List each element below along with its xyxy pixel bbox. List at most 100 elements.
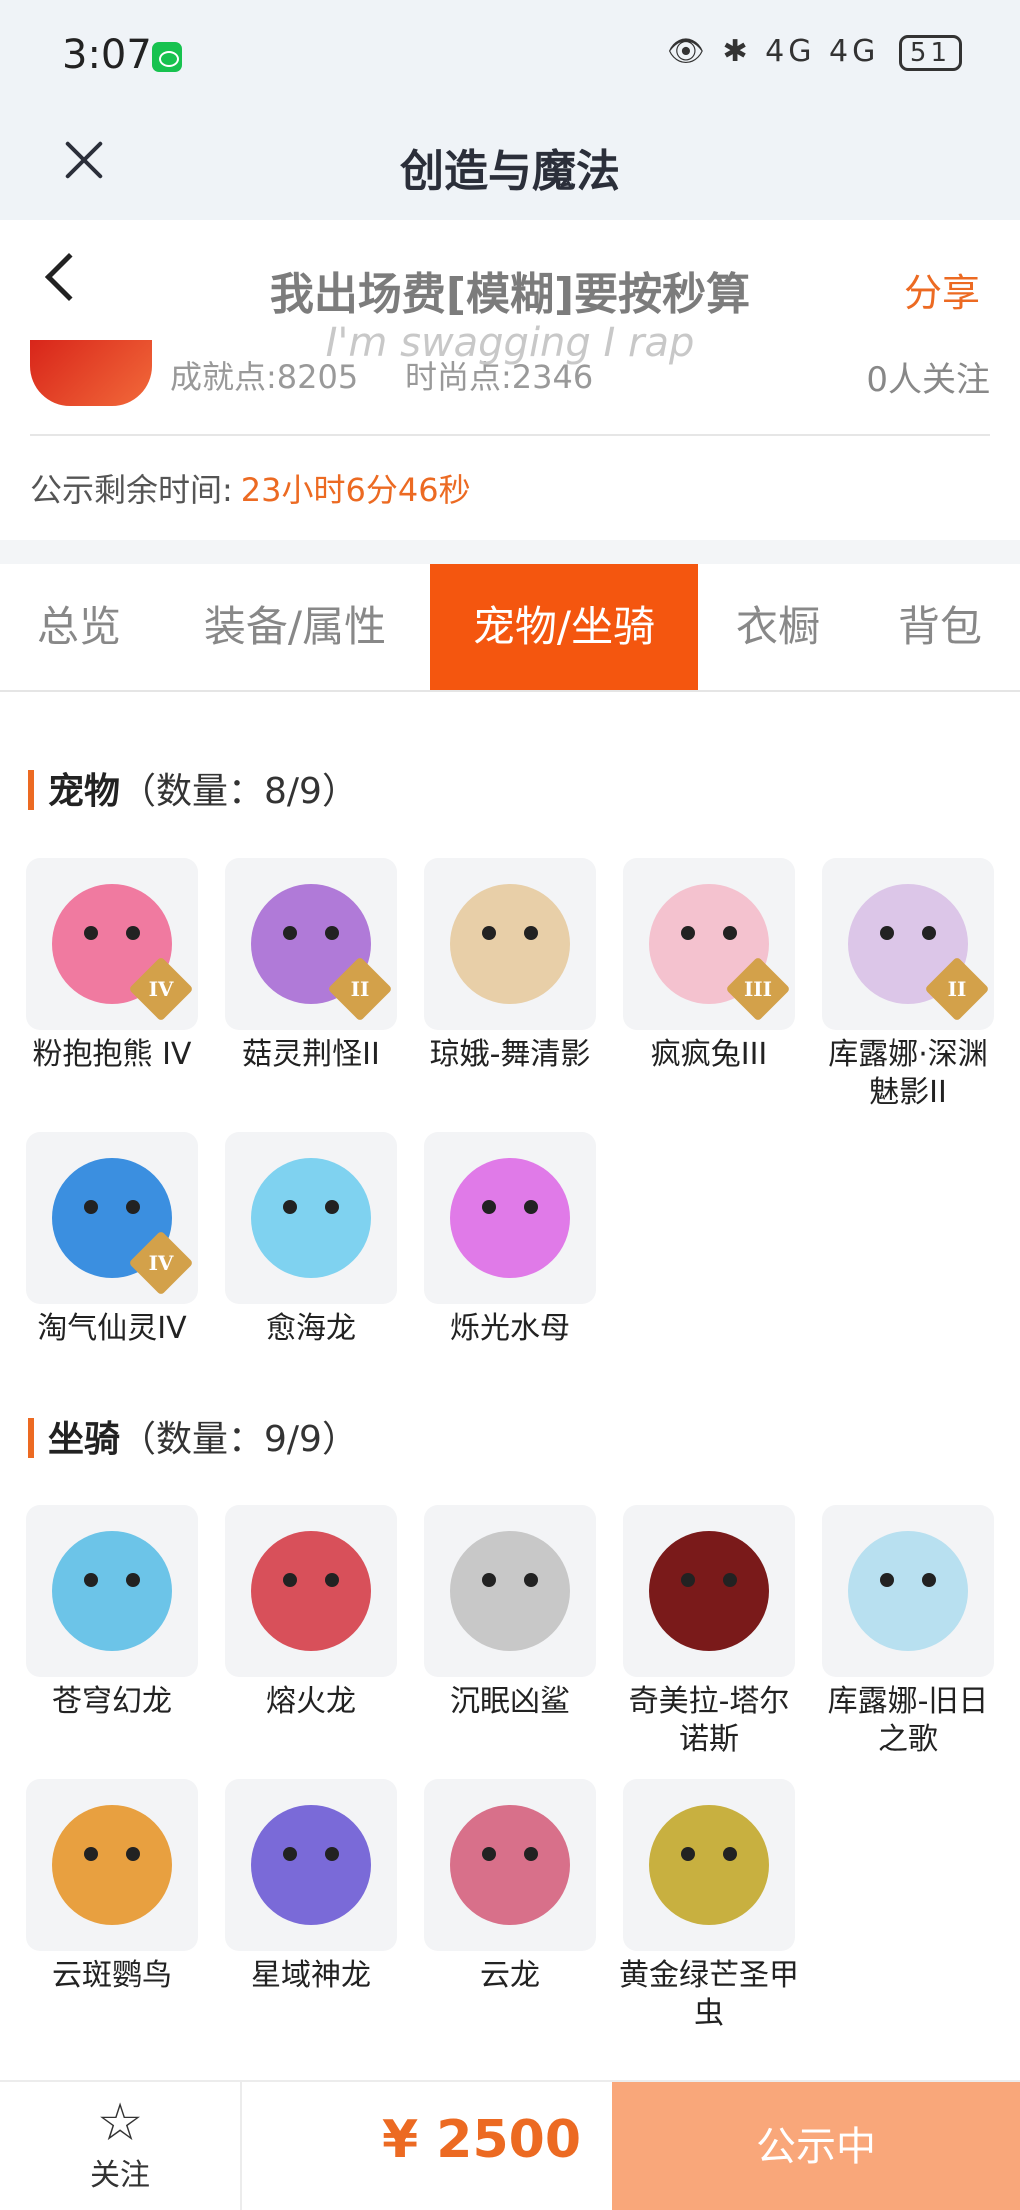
pet-name: 菇灵荆怪II bbox=[242, 1037, 380, 1072]
mount-figure bbox=[52, 1531, 172, 1651]
mount-thumbnail bbox=[225, 1505, 397, 1677]
pet-name: 淘气仙灵IV bbox=[37, 1311, 187, 1346]
pet-name: 烁光水母 bbox=[450, 1311, 570, 1346]
tab-wardrobe[interactable]: 衣橱 bbox=[716, 564, 840, 690]
pet-thumbnail: II bbox=[225, 858, 397, 1030]
mount-card[interactable]: 苍穹幻龙 bbox=[26, 1505, 198, 1721]
follow-label: 关注 bbox=[90, 2158, 150, 2193]
lyric-overlay: I'm swagging I rap bbox=[325, 320, 695, 366]
pet-thumbnail bbox=[424, 1132, 596, 1304]
mounts-count: （数量：9/9） bbox=[120, 1419, 358, 1460]
pet-thumbnail: II bbox=[822, 858, 994, 1030]
bluetooth-icon: ✱ bbox=[722, 34, 752, 69]
pets-section-title: 宠物（数量：8/9） bbox=[28, 762, 358, 814]
mount-thumbnail bbox=[424, 1505, 596, 1677]
mount-card[interactable]: 库露娜-旧日之歌 bbox=[822, 1505, 994, 1759]
mount-figure bbox=[251, 1531, 371, 1651]
tier-badge: III bbox=[725, 956, 791, 1022]
mount-name: 奇美拉-塔尔诺斯 bbox=[628, 1684, 790, 1757]
publicity-label: 公示剩余时间: bbox=[30, 471, 233, 509]
pet-thumbnail: IV bbox=[26, 858, 198, 1030]
mount-thumbnail bbox=[623, 1505, 795, 1677]
publicity-status-button[interactable]: 公示中 bbox=[612, 2082, 1020, 2210]
mount-name: 库露娜-旧日之歌 bbox=[827, 1684, 989, 1757]
tier-badge: IV bbox=[128, 956, 194, 1022]
pet-thumbnail bbox=[424, 858, 596, 1030]
pets-grid: IV 粉抱抱熊 IV II 菇灵荆怪II 琼娥-舞清影 III 疯疯兔III I… bbox=[26, 858, 996, 1358]
app-title: 创造与魔法 bbox=[400, 146, 620, 197]
tab-overview[interactable]: 总览 bbox=[0, 564, 158, 690]
mount-thumbnail bbox=[26, 1505, 198, 1677]
pet-name: 琼娥-舞清影 bbox=[429, 1037, 591, 1072]
star-icon: ☆ bbox=[96, 2093, 144, 2153]
mount-name: 云龙 bbox=[480, 1958, 540, 1993]
pet-thumbnail: III bbox=[623, 858, 795, 1030]
status-icons: 👁 ✱ 4G 4G 51 bbox=[667, 34, 962, 71]
mounts-section-title: 坐骑（数量：9/9） bbox=[28, 1410, 358, 1462]
pet-card[interactable]: II 菇灵荆怪II bbox=[225, 858, 397, 1074]
pet-name: 愈海龙 bbox=[266, 1311, 356, 1346]
app-titlebar: 创造与魔法 bbox=[0, 115, 1020, 220]
tab-equipment[interactable]: 装备/属性 bbox=[178, 564, 412, 690]
tier-badge: II bbox=[924, 956, 990, 1022]
publicity-value: 23小时6分46秒 bbox=[240, 471, 471, 509]
mount-figure bbox=[52, 1805, 172, 1925]
mount-name: 苍穹幻龙 bbox=[52, 1684, 172, 1719]
pet-name: 库露娜·深渊魅影II bbox=[828, 1037, 988, 1110]
pets-title: 宠物 bbox=[48, 771, 121, 812]
pets-count: （数量：8/9） bbox=[120, 771, 358, 812]
mount-card[interactable]: 奇美拉-塔尔诺斯 bbox=[623, 1505, 795, 1759]
mount-card[interactable]: 沉眠凶鲨 bbox=[424, 1505, 596, 1721]
pet-card[interactable]: II 库露娜·深渊魅影II bbox=[822, 858, 994, 1112]
signal-text: 4G 4G bbox=[765, 34, 880, 69]
pet-card[interactable]: 愈海龙 bbox=[225, 1132, 397, 1348]
pet-card[interactable]: IV 淘气仙灵IV bbox=[26, 1132, 198, 1348]
mount-card[interactable]: 云龙 bbox=[424, 1779, 596, 1995]
tier-badge: IV bbox=[128, 1230, 194, 1296]
mount-card[interactable]: 云斑鹦鸟 bbox=[26, 1779, 198, 1995]
share-button[interactable]: 分享 bbox=[904, 262, 980, 317]
pet-thumbnail bbox=[225, 1132, 397, 1304]
mount-thumbnail bbox=[623, 1779, 795, 1951]
pet-name: 粉抱抱熊 IV bbox=[32, 1037, 192, 1072]
mount-name: 星域神龙 bbox=[251, 1958, 371, 1993]
mount-figure bbox=[848, 1531, 968, 1651]
mount-card[interactable]: 熔火龙 bbox=[225, 1505, 397, 1721]
mounts-title: 坐骑 bbox=[48, 1419, 121, 1460]
tab-bar: 总览 装备/属性 宠物/坐骑 衣橱 背包 bbox=[0, 564, 1020, 692]
pet-card[interactable]: 琼娥-舞清影 bbox=[424, 858, 596, 1074]
mount-thumbnail bbox=[822, 1505, 994, 1677]
pet-card[interactable]: IV 粉抱抱熊 IV bbox=[26, 858, 198, 1074]
mounts-grid: 苍穹幻龙 熔火龙 沉眠凶鲨 奇美拉-塔尔诺斯 库露娜-旧日之歌 云斑鹦鸟 星域神… bbox=[26, 1505, 996, 2031]
mount-thumbnail bbox=[26, 1779, 198, 1951]
mount-thumbnail bbox=[424, 1779, 596, 1951]
pet-figure bbox=[251, 1158, 371, 1278]
eye-icon: 👁 bbox=[666, 34, 709, 69]
mount-name: 熔火龙 bbox=[266, 1684, 356, 1719]
mount-thumbnail bbox=[225, 1779, 397, 1951]
mount-figure bbox=[251, 1805, 371, 1925]
publicity-timer: 公示剩余时间: 23小时6分46秒 bbox=[30, 465, 471, 511]
tab-backpack[interactable]: 背包 bbox=[878, 564, 1002, 690]
mount-card[interactable]: 黄金绿芒圣甲虫 bbox=[619, 1779, 799, 2033]
battery-icon: 51 bbox=[898, 34, 962, 71]
mount-figure bbox=[450, 1805, 570, 1925]
pet-card[interactable]: III 疯疯兔III bbox=[623, 858, 795, 1074]
pet-card[interactable]: 烁光水母 bbox=[424, 1132, 596, 1348]
section-gap bbox=[0, 540, 1020, 564]
pet-thumbnail: IV bbox=[26, 1132, 198, 1304]
mount-figure bbox=[649, 1531, 769, 1651]
mount-name: 云斑鹦鸟 bbox=[52, 1958, 172, 1993]
status-bar: 3:07 👁 ✱ 4G 4G 51 bbox=[0, 0, 1020, 115]
mount-name: 黄金绿芒圣甲虫 bbox=[619, 1958, 799, 2031]
mount-figure bbox=[649, 1805, 769, 1925]
header-title: 我出场费[模糊]要按秒算 bbox=[269, 269, 751, 320]
divider bbox=[30, 434, 990, 436]
mount-card[interactable]: 星域神龙 bbox=[225, 1779, 397, 1995]
follow-button[interactable]: ☆ 关注 bbox=[0, 2082, 242, 2210]
pet-figure bbox=[450, 884, 570, 1004]
wechat-icon bbox=[152, 42, 182, 72]
bottom-action-bar: ☆ 关注 ¥ 2500 公示中 bbox=[0, 2080, 1020, 2210]
back-icon[interactable] bbox=[44, 252, 94, 302]
tab-pets-mounts[interactable]: 宠物/坐骑 bbox=[430, 564, 698, 690]
